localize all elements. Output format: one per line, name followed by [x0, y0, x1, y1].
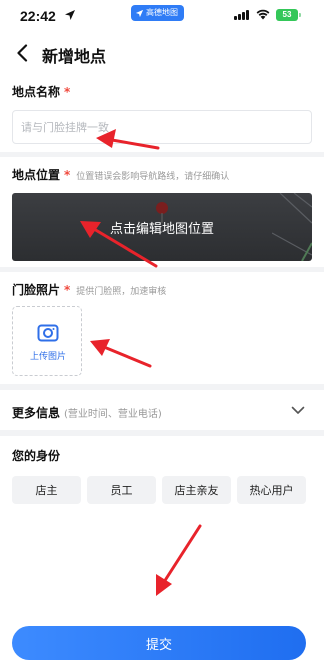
- more-info-label-row: 更多信息 (营业时间、营业电话): [12, 404, 162, 421]
- storefront-photo-section: 门脸照片 * 提供门脸照，加速审核 上传图片: [0, 272, 324, 384]
- more-info-label: 更多信息: [12, 406, 61, 420]
- battery-indicator: 53: [276, 9, 298, 21]
- more-info-row[interactable]: 更多信息 (营业时间、营业电话): [0, 390, 324, 430]
- location-label-row: 地点位置 * 位置错误会影响导航路线，请仔细确认: [12, 166, 229, 183]
- required-mark: *: [64, 283, 71, 297]
- identity-option-owner[interactable]: 店主: [12, 476, 81, 504]
- status-time: 22:42: [20, 8, 56, 24]
- status-bar: 22:42 高德地图 53: [0, 0, 324, 32]
- place-name-label-row: 地点名称 *: [12, 83, 70, 100]
- submit-button[interactable]: 提交: [12, 626, 306, 660]
- upload-label: 上传图片: [29, 352, 66, 362]
- identity-options: 店主 员工 店主亲友 热心用户: [12, 476, 306, 504]
- map-edit-label: 点击编辑地图位置: [109, 221, 214, 237]
- upload-photo-button[interactable]: 上传图片: [12, 306, 82, 376]
- nav-header: 新增地点: [0, 32, 324, 74]
- chevron-down-icon[interactable]: [291, 405, 305, 415]
- back-arrow-icon: [17, 44, 28, 62]
- location-hint: 位置错误会影响导航路线，请仔细确认: [76, 172, 230, 182]
- identity-option-owner-relative[interactable]: 店主亲友: [162, 476, 231, 504]
- place-name-section: 地点名称 *: [0, 74, 324, 152]
- map-roads-decoration: [272, 193, 312, 261]
- back-to-app-badge[interactable]: 高德地图: [131, 5, 184, 21]
- battery-nub: [299, 13, 301, 17]
- camera-icon: [37, 324, 59, 342]
- map-location-picker[interactable]: 点击编辑地图位置: [12, 193, 312, 261]
- page-title: 新增地点: [42, 47, 107, 66]
- place-name-label: 地点名称: [12, 85, 61, 99]
- photo-label-row: 门脸照片 * 提供门脸照，加速审核: [12, 281, 166, 298]
- required-mark: *: [64, 85, 71, 99]
- required-mark: *: [64, 168, 71, 182]
- identity-label: 您的身份: [12, 449, 61, 463]
- identity-option-employee[interactable]: 员工: [87, 476, 156, 504]
- app-badge-icon: [135, 9, 144, 17]
- signal-icon: [234, 10, 249, 20]
- photo-hint: 提供门脸照，加速审核: [76, 287, 167, 297]
- more-info-hint: (营业时间、营业电话): [64, 409, 162, 420]
- app-badge-label: 高德地图: [146, 8, 178, 17]
- location-arrow-icon: [65, 10, 75, 20]
- wifi-icon: [256, 9, 270, 20]
- place-name-input[interactable]: [12, 110, 312, 144]
- back-button[interactable]: [10, 40, 34, 66]
- photo-label: 门脸照片: [12, 283, 61, 297]
- location-label: 地点位置: [12, 168, 61, 182]
- location-section: 地点位置 * 位置错误会影响导航路线，请仔细确认 点击编辑地图位置: [0, 157, 324, 267]
- identity-option-enthusiast[interactable]: 热心用户: [237, 476, 306, 504]
